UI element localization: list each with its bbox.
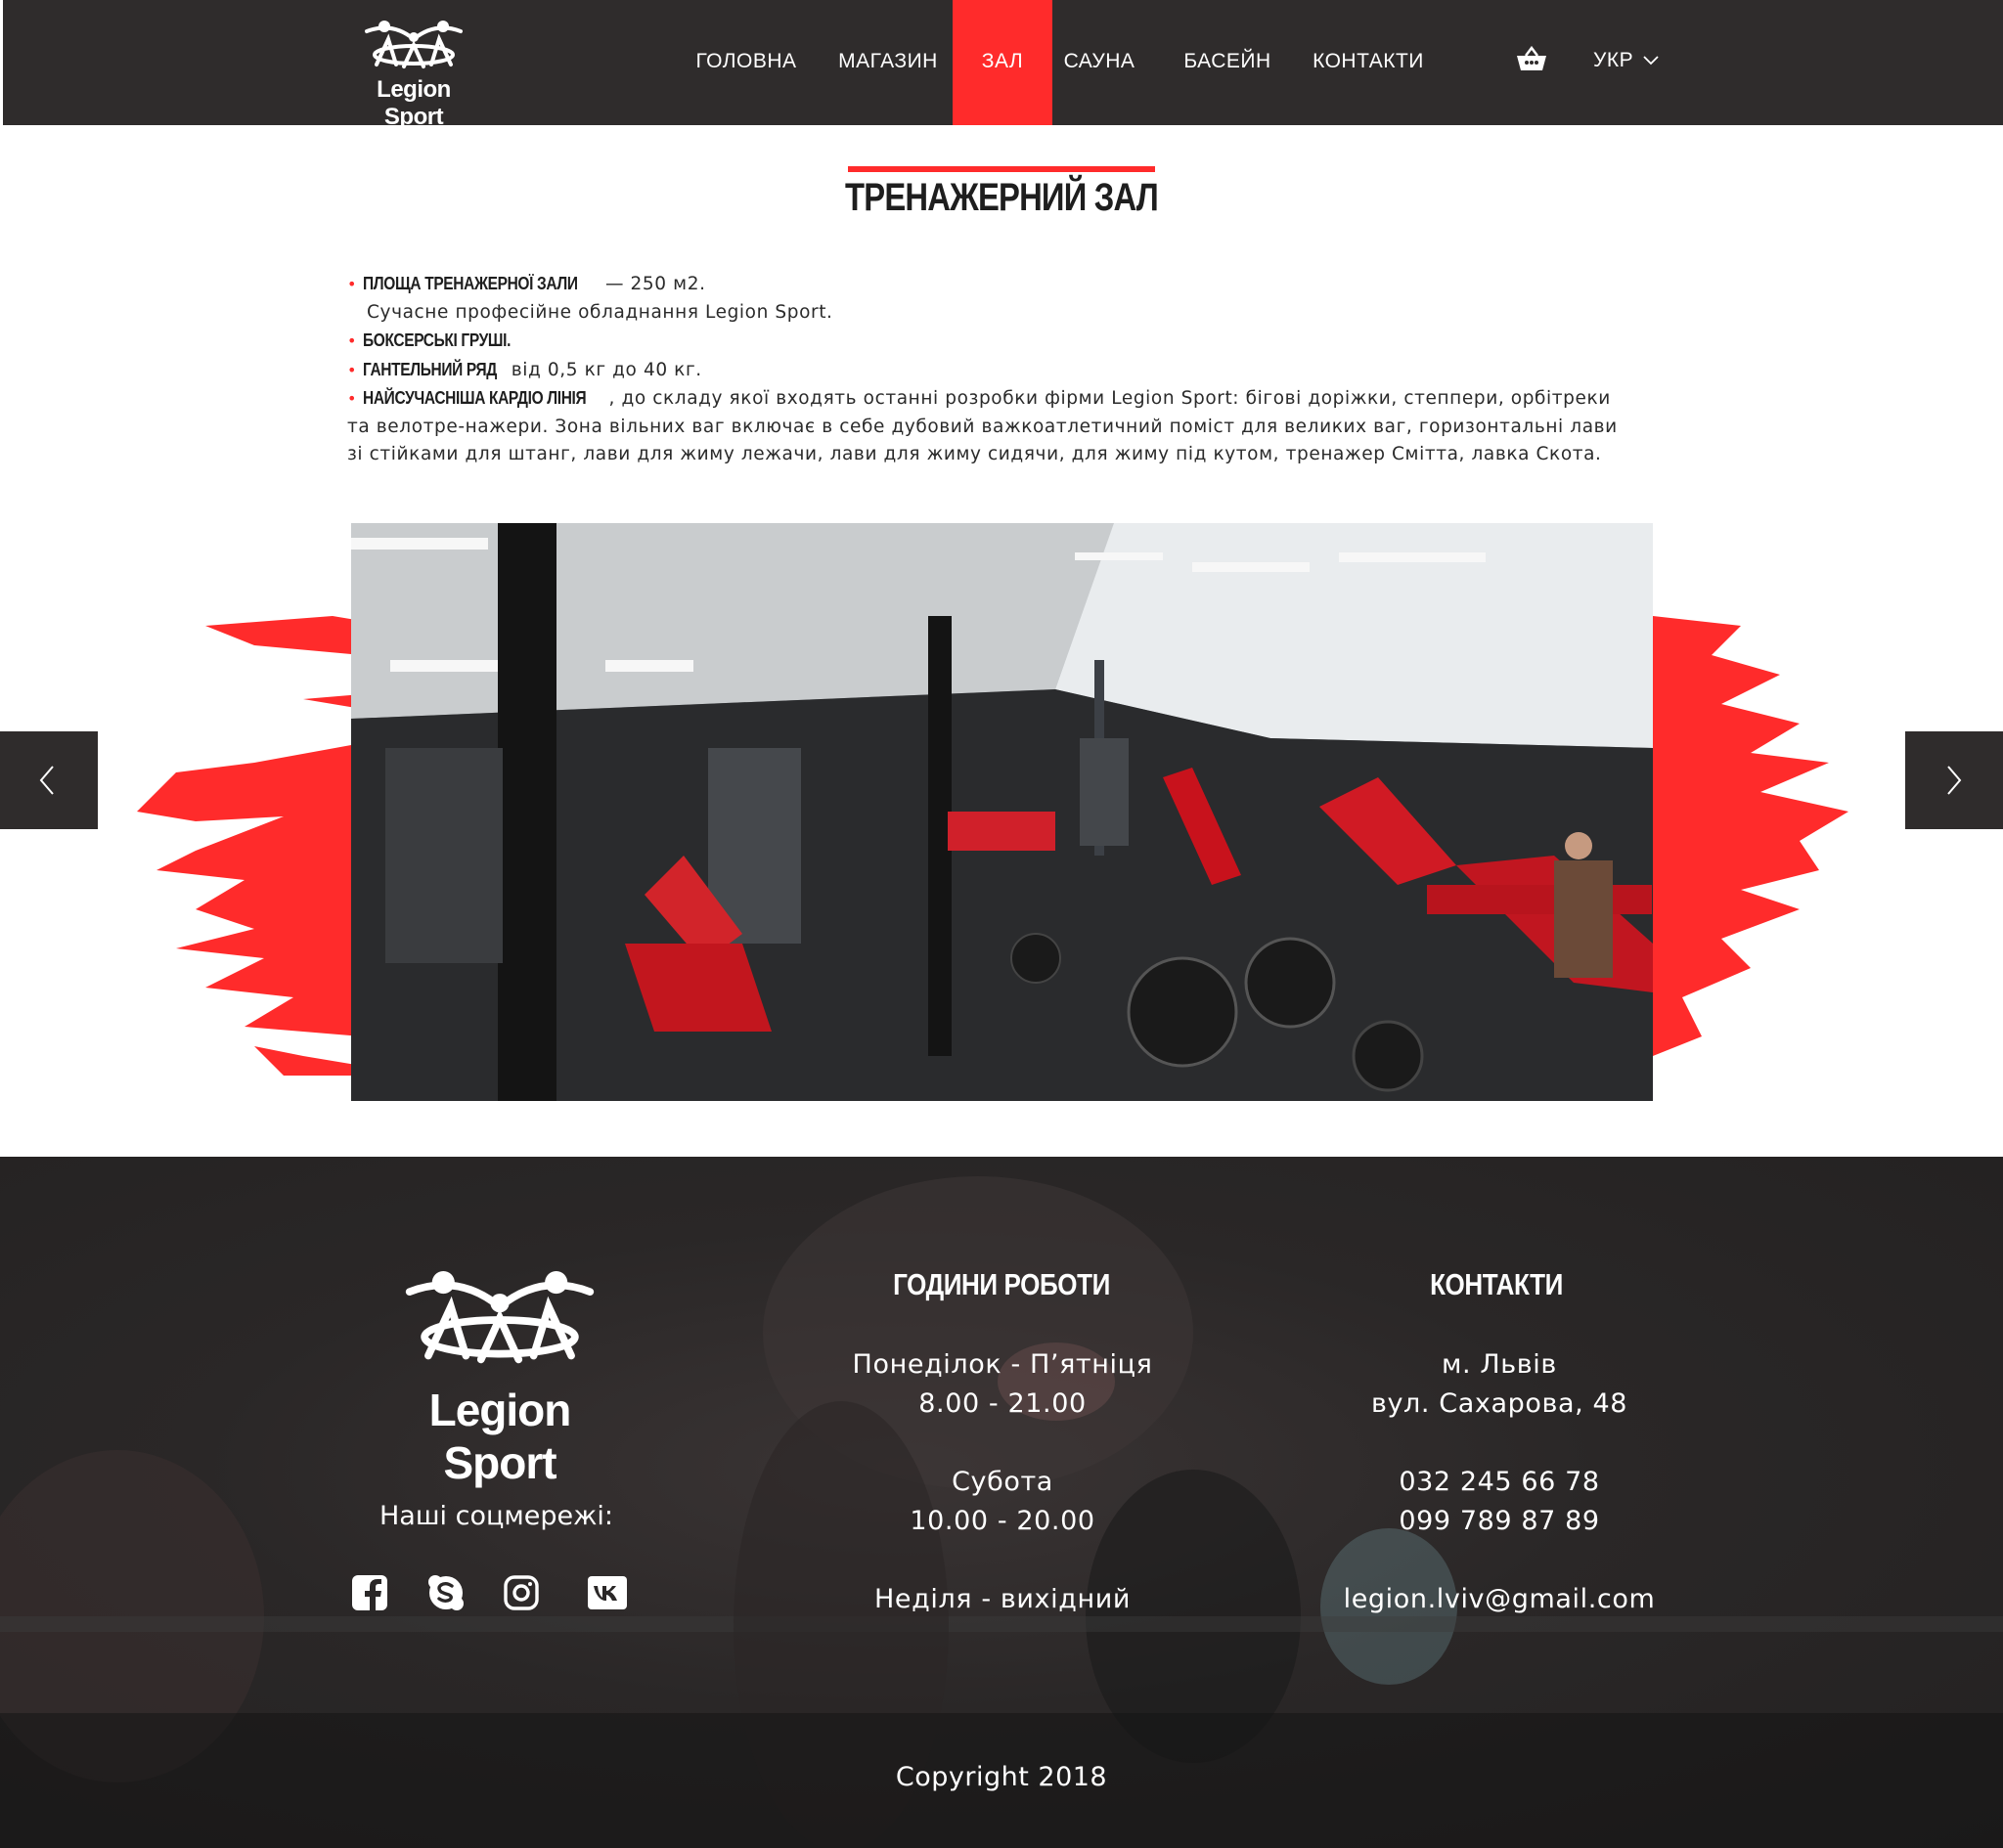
- contact-phone-1[interactable]: 032 245 66 78: [1294, 1467, 1705, 1497]
- chevron-down-icon[interactable]: [1642, 55, 1660, 66]
- page-title: ТРЕНАЖЕРНИЙ ЗАЛ: [845, 176, 1159, 219]
- contact-address: вул. Сахарова, 48: [1370, 1388, 1628, 1419]
- hours-saturday-time: 10.00 - 20.00: [910, 1506, 1095, 1536]
- list-item: • ГАНТЕЛЬНИЙ РЯД від 0,5 кг до 40 кг.: [347, 356, 1638, 385]
- title-accent-bar: [848, 166, 1155, 172]
- shopping-basket-icon[interactable]: [1516, 45, 1547, 71]
- item-text: Сучасне професійне обладнання Legion Spo…: [367, 301, 833, 323]
- hours-saturday: Субота: [952, 1467, 1053, 1497]
- site-header: Legion Sport ГОЛОВНА МАГАЗИН ЗАЛ САУНА Б…: [0, 0, 2003, 130]
- skype-icon[interactable]: [427, 1574, 465, 1611]
- copyright-text: Copyright 2018: [895, 1762, 1108, 1792]
- logo-text: Legion Sport: [377, 76, 451, 130]
- gallery-prev-button[interactable]: [0, 731, 98, 829]
- chevron-right-icon: [1947, 766, 1962, 795]
- nav-item-gym[interactable]: ЗАЛ: [953, 0, 1052, 125]
- vk-icon[interactable]: [587, 1574, 628, 1611]
- bullet-icon: •: [347, 275, 358, 293]
- item-label: НАЙСУЧАСНІША КАРДІО ЛІНІЯ: [363, 388, 587, 408]
- bullet-icon: •: [347, 331, 358, 350]
- hours-weekdays: Понеділок - П’ятніця: [852, 1349, 1153, 1380]
- nav-item-pool[interactable]: БАСЕЙН: [1182, 0, 1272, 125]
- gym-description: • ПЛОЩА ТРЕНАЖЕРНОЇ ЗАЛИ — 250 м2. Сучасн…: [347, 270, 1638, 469]
- logo[interactable]: Legion Sport: [345, 18, 482, 130]
- hours-weekdays-time: 8.00 - 21.00: [918, 1388, 1087, 1419]
- list-item: • ПЛОЩА ТРЕНАЖЕРНОЇ ЗАЛИ — 250 м2.: [347, 270, 1638, 299]
- gym-photo: [351, 523, 1653, 1101]
- item-text: — 250 м2.: [599, 274, 706, 294]
- list-item: • НАЙСУЧАСНІША КАРДІО ЛІНІЯ, до складу як…: [347, 384, 1638, 469]
- nav-item-contacts[interactable]: КОНТАКТИ: [1311, 0, 1426, 125]
- nav-item-shop[interactable]: МАГАЗИН: [830, 0, 946, 125]
- instagram-icon[interactable]: [503, 1574, 540, 1611]
- nav-item-sauna[interactable]: САУНА: [1059, 0, 1139, 125]
- item-label: БОКСЕРСЬКІ ГРУШІ.: [363, 330, 512, 350]
- contact-city: м. Львів: [1442, 1349, 1557, 1380]
- logo-emblem-icon: [405, 1271, 595, 1364]
- nav-item-home[interactable]: ГОЛОВНА: [691, 0, 801, 125]
- bullet-icon: •: [347, 360, 358, 379]
- bullet-icon: •: [347, 389, 358, 408]
- contacts-title: КОНТАКТИ: [1430, 1267, 1563, 1301]
- social-label: Наші соцмережі:: [378, 1501, 614, 1531]
- hours-sunday: Неділя - вихідний: [873, 1584, 1132, 1614]
- item-label: ПЛОЩА ТРЕНАЖЕРНОЇ ЗАЛИ: [363, 274, 578, 293]
- list-item: • БОКСЕРСЬКІ ГРУШІ.: [347, 327, 1638, 356]
- gallery-next-button[interactable]: [1905, 731, 2003, 829]
- item-text: від 0,5 кг до 40 кг.: [505, 359, 702, 380]
- list-item: Сучасне професійне обладнання Legion Spo…: [347, 299, 1638, 328]
- hours-title: ГОДИНИ РОБОТИ: [893, 1267, 1110, 1301]
- facebook-icon[interactable]: [351, 1574, 388, 1611]
- logo-emblem-icon: [365, 21, 463, 68]
- footer-logo[interactable]: Legion Sport: [368, 1256, 632, 1488]
- contact-phone-2[interactable]: 099 789 87 89: [1294, 1506, 1705, 1536]
- item-label: ГАНТЕЛЬНИЙ РЯД: [363, 359, 497, 379]
- footer-logo-text: Legion Sport: [428, 1385, 572, 1488]
- contact-email[interactable]: legion.lviv@gmail.com: [1294, 1584, 1705, 1614]
- chevron-left-icon: [39, 766, 54, 795]
- language-selector[interactable]: УКР: [1593, 49, 1633, 72]
